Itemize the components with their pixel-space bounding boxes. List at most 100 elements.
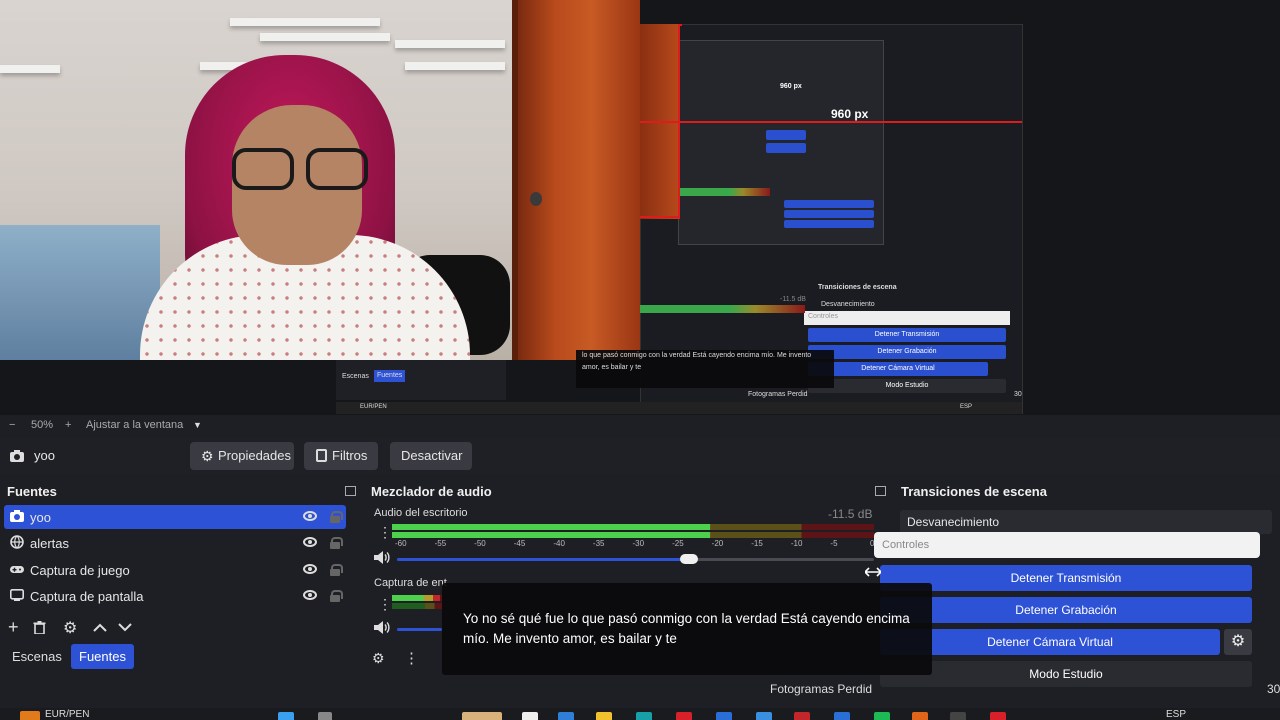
chevron-down-icon[interactable] bbox=[118, 623, 132, 632]
store-icon[interactable] bbox=[636, 712, 652, 720]
eye-icon[interactable] bbox=[303, 590, 317, 600]
more-vertical-icon[interactable]: ⋮ bbox=[378, 524, 392, 541]
file-icon[interactable] bbox=[522, 712, 538, 720]
transitions-dock-title: Transiciones de escena bbox=[901, 484, 1047, 499]
nested-mini-button bbox=[766, 130, 806, 140]
door-knob bbox=[530, 192, 542, 206]
taskbar-app-icon[interactable] bbox=[912, 712, 928, 720]
resize-cursor-icon bbox=[865, 567, 881, 577]
volume-slider-fill[interactable] bbox=[397, 628, 442, 631]
volume-meter bbox=[392, 595, 440, 601]
more-vertical-icon[interactable]: ⋮ bbox=[378, 596, 392, 613]
source-item-game-capture[interactable]: Captura de juego bbox=[4, 558, 346, 582]
meter-tick-label: -35 bbox=[592, 539, 605, 548]
volume-slider-track[interactable] bbox=[691, 558, 874, 561]
taskbar-app-icon[interactable] bbox=[756, 712, 772, 720]
taskbar-app-icon[interactable] bbox=[834, 712, 850, 720]
filters-label: Filtros bbox=[332, 448, 368, 463]
eye-icon[interactable] bbox=[303, 511, 317, 521]
windows-start-icon[interactable] bbox=[278, 712, 294, 720]
nested-currency: EUR/PEN bbox=[360, 404, 387, 410]
trash-icon[interactable] bbox=[33, 621, 46, 634]
selected-source-name: yoo bbox=[34, 448, 55, 463]
zoom-row: − 50% + Ajustar a la ventana ▼ bbox=[0, 416, 1280, 434]
eye-icon[interactable] bbox=[303, 537, 317, 547]
edge-icon[interactable] bbox=[558, 712, 574, 720]
source-toolbar: yoo ⚙ Propiedades Filtros Desactivar bbox=[0, 438, 1280, 474]
taskbar-app-icon[interactable] bbox=[990, 712, 1006, 720]
undock-icon[interactable] bbox=[345, 486, 356, 496]
tab-scenes[interactable]: Escenas bbox=[4, 644, 70, 669]
chevron-down-icon[interactable]: ▼ bbox=[193, 420, 202, 430]
currency-chart-icon[interactable] bbox=[20, 711, 40, 720]
stop-recording-button[interactable]: Detener Grabación bbox=[880, 597, 1252, 623]
taskbar-currency[interactable]: EUR/PEN bbox=[45, 709, 89, 720]
folder-icon[interactable] bbox=[596, 712, 612, 720]
taskbar-app-icon[interactable] bbox=[716, 712, 732, 720]
meter-tick-label: -10 bbox=[790, 539, 803, 548]
controls-dock-title[interactable]: Controles bbox=[874, 532, 1260, 558]
transition-select[interactable]: Desvanecimiento bbox=[900, 510, 1272, 534]
filters-button[interactable]: Filtros bbox=[304, 442, 378, 470]
taskbar-app-icon[interactable] bbox=[462, 712, 502, 720]
nested-tab-scenes: Escenas bbox=[342, 373, 369, 380]
obs-window: 960 px 960 px Transiciones de escena Des… bbox=[0, 0, 1280, 720]
meter-tick-label: -20 bbox=[711, 539, 724, 548]
volume-slider-fill bbox=[397, 558, 691, 561]
more-vertical-icon[interactable]: ⋮ bbox=[404, 649, 419, 667]
properties-button[interactable]: ⚙ Propiedades bbox=[190, 442, 294, 470]
stop-stream-button[interactable]: Detener Transmisión bbox=[880, 565, 1252, 591]
source-item-yoo[interactable]: yoo bbox=[4, 505, 346, 529]
source-item-display-capture[interactable]: Captura de pantalla bbox=[4, 584, 346, 608]
virtual-camera-settings-button[interactable]: ⚙ bbox=[1224, 629, 1252, 655]
nested-taskbar bbox=[336, 402, 1022, 414]
door bbox=[512, 0, 640, 360]
source-item-alertas[interactable]: alertas bbox=[4, 531, 346, 555]
search-icon[interactable] bbox=[318, 712, 332, 720]
tab-sources[interactable]: Fuentes bbox=[71, 644, 134, 669]
add-source-icon[interactable]: + bbox=[8, 617, 19, 638]
nested-lang: ESP bbox=[960, 404, 973, 410]
undock-icon[interactable] bbox=[875, 486, 886, 496]
status-number: 30 bbox=[1267, 682, 1280, 696]
speaker-icon[interactable] bbox=[374, 551, 390, 564]
obs-icon[interactable] bbox=[950, 712, 966, 720]
eye-icon[interactable] bbox=[303, 564, 317, 574]
nested-mini-meter bbox=[680, 188, 770, 196]
gear-icon[interactable]: ⚙ bbox=[372, 650, 385, 667]
lock-icon[interactable] bbox=[330, 590, 343, 602]
studio-mode-button[interactable]: Modo Estudio bbox=[880, 661, 1252, 687]
speaker-icon[interactable] bbox=[374, 621, 390, 634]
zoom-in-button[interactable]: + bbox=[65, 419, 71, 431]
gear-icon: ⚙ bbox=[1230, 633, 1246, 650]
taskbar-app-icon[interactable] bbox=[676, 712, 692, 720]
meter-tick-label: -60 bbox=[395, 539, 407, 548]
volume-meter-track bbox=[392, 603, 442, 609]
spotify-icon[interactable] bbox=[874, 712, 890, 720]
keyboard-language[interactable]: ESP bbox=[1166, 709, 1186, 720]
volume-slider-handle[interactable] bbox=[680, 554, 698, 564]
nested-mini-button bbox=[766, 143, 806, 153]
nested-db: -11.5 dB bbox=[780, 296, 806, 303]
gear-icon[interactable]: ⚙ bbox=[63, 618, 77, 638]
fit-to-window[interactable]: Ajustar a la ventana bbox=[86, 419, 183, 431]
bed bbox=[0, 225, 160, 360]
zoom-out-button[interactable]: − bbox=[9, 419, 15, 431]
lock-icon[interactable] bbox=[330, 511, 343, 523]
camera-icon bbox=[10, 510, 24, 522]
red-guide-line bbox=[640, 121, 1022, 123]
deactivate-button[interactable]: Desactivar bbox=[390, 442, 472, 470]
wall-shelf bbox=[405, 62, 505, 70]
source-item-label: Captura de pantalla bbox=[30, 589, 144, 604]
nested-studio: Modo Estudio bbox=[808, 379, 1006, 393]
nested-num: 30 bbox=[1014, 391, 1022, 398]
nested-stop-vcam: Detener Cámara Virtual bbox=[808, 362, 988, 376]
nested-fps: Fotogramas Perdid bbox=[748, 391, 808, 398]
taskbar-app-icon[interactable] bbox=[794, 712, 810, 720]
chevron-up-icon[interactable] bbox=[93, 623, 107, 632]
lock-icon[interactable] bbox=[330, 537, 343, 549]
lock-icon[interactable] bbox=[330, 564, 343, 576]
source-item-label: alertas bbox=[30, 536, 70, 551]
wall-shelf bbox=[395, 40, 505, 48]
webcam-feed bbox=[0, 0, 640, 360]
